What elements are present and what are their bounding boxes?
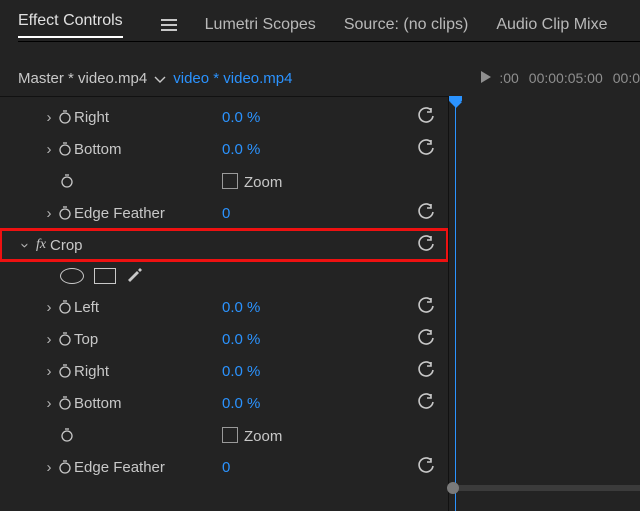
chevron-right-icon[interactable]: › — [42, 459, 56, 476]
timecode: 00:00:05:00 — [529, 70, 603, 86]
effect-header-crop[interactable]: › fx Crop — [0, 229, 448, 261]
stopwatch-icon[interactable] — [56, 298, 74, 316]
effect-title: Crop — [50, 237, 83, 254]
chevron-right-icon[interactable]: › — [42, 205, 56, 222]
stopwatch-icon[interactable] — [56, 108, 74, 126]
property-label: Right — [74, 109, 109, 126]
reset-icon[interactable] — [418, 107, 434, 127]
master-clip-name[interactable]: Master * video.mp4 — [18, 70, 147, 87]
property-label: Right — [74, 363, 109, 380]
reset-icon[interactable] — [418, 361, 434, 381]
property-label: Left — [74, 299, 99, 316]
chevron-down-icon[interactable] — [155, 70, 165, 87]
mask-ellipse-icon[interactable] — [60, 268, 84, 284]
stopwatch-icon[interactable] — [58, 172, 76, 190]
property-row[interactable]: › Edge Feather 0 — [0, 197, 448, 229]
stopwatch-icon[interactable] — [58, 426, 76, 444]
chevron-right-icon[interactable]: › — [42, 109, 56, 126]
property-label: Edge Feather — [74, 205, 165, 222]
tab-audio-mixer[interactable]: Audio Clip Mixe — [496, 16, 607, 34]
property-label: Top — [74, 331, 98, 348]
stopwatch-icon[interactable] — [56, 458, 74, 476]
mask-pen-icon[interactable] — [126, 266, 142, 286]
property-label: Bottom — [74, 395, 122, 412]
property-label: Bottom — [74, 141, 122, 158]
property-row[interactable]: › Left 0.0 % — [0, 291, 448, 323]
panel-menu-icon[interactable] — [161, 16, 177, 34]
zoom-checkbox[interactable]: Zoom — [222, 425, 282, 445]
reset-icon[interactable] — [418, 329, 434, 349]
reset-icon[interactable] — [418, 139, 434, 159]
property-row[interactable]: › Bottom 0.0 % — [0, 387, 448, 419]
property-value[interactable]: 0.0 % — [222, 299, 260, 316]
reset-icon[interactable] — [418, 457, 434, 477]
panel-tab-bar: Effect Controls Lumetri Scopes Source: (… — [0, 0, 640, 42]
timecode: :00 — [499, 70, 518, 86]
property-row[interactable]: › Bottom 0.0 % — [0, 133, 448, 165]
property-value[interactable]: 0 — [222, 205, 230, 222]
chevron-right-icon[interactable]: › — [42, 331, 56, 348]
timecode: 00:0 — [613, 70, 640, 86]
stopwatch-icon[interactable] — [56, 330, 74, 348]
reset-icon[interactable] — [418, 297, 434, 317]
property-value[interactable]: 0.0 % — [222, 141, 260, 158]
stopwatch-icon[interactable] — [56, 204, 74, 222]
property-row[interactable]: Zoom — [0, 419, 448, 451]
tab-lumetri-scopes[interactable]: Lumetri Scopes — [205, 16, 316, 34]
timeline-scroll-thumb[interactable] — [447, 482, 459, 494]
fx-icon[interactable]: fx — [32, 236, 50, 254]
zoom-checkbox[interactable]: Zoom — [222, 171, 282, 191]
reset-icon[interactable] — [418, 203, 434, 223]
property-row[interactable]: Zoom — [0, 165, 448, 197]
property-row[interactable]: › Right 0.0 % — [0, 101, 448, 133]
tab-effect-controls[interactable]: Effect Controls — [18, 12, 123, 30]
chevron-right-icon[interactable]: › — [42, 299, 56, 316]
property-value[interactable]: 0 — [222, 459, 230, 476]
property-row[interactable]: › Edge Feather 0 — [0, 451, 448, 483]
stopwatch-icon[interactable] — [56, 362, 74, 380]
timeline-scrollbar[interactable] — [449, 485, 640, 491]
chevron-right-icon[interactable]: › — [42, 141, 56, 158]
property-value[interactable]: 0.0 % — [222, 395, 260, 412]
timeline-playhead-icon[interactable] — [481, 70, 491, 87]
tab-divider — [18, 41, 640, 42]
property-value[interactable]: 0.0 % — [222, 363, 260, 380]
property-row[interactable]: › Right 0.0 % — [0, 355, 448, 387]
timeline-area[interactable] — [448, 96, 640, 511]
reset-icon[interactable] — [418, 235, 434, 255]
chevron-right-icon[interactable]: › — [42, 363, 56, 380]
chevron-down-icon[interactable]: › — [17, 238, 34, 252]
property-row[interactable]: › Top 0.0 % — [0, 323, 448, 355]
mask-rect-icon[interactable] — [94, 268, 116, 284]
mask-shape-tools — [0, 261, 448, 291]
clip-name[interactable]: video * video.mp4 — [173, 70, 292, 87]
stopwatch-icon[interactable] — [56, 140, 74, 158]
stopwatch-icon[interactable] — [56, 394, 74, 412]
chevron-right-icon[interactable]: › — [42, 395, 56, 412]
property-label: Edge Feather — [74, 459, 165, 476]
tab-source[interactable]: Source: (no clips) — [344, 16, 469, 34]
time-ruler[interactable]: :00 00:00:05:00 00:0 — [499, 70, 640, 86]
reset-icon[interactable] — [418, 393, 434, 413]
playhead[interactable] — [455, 96, 456, 511]
property-value[interactable]: 0.0 % — [222, 331, 260, 348]
effect-controls-tree: › Right 0.0 % › Bottom 0.0 % Zoom › E — [0, 96, 448, 511]
property-value[interactable]: 0.0 % — [222, 109, 260, 126]
